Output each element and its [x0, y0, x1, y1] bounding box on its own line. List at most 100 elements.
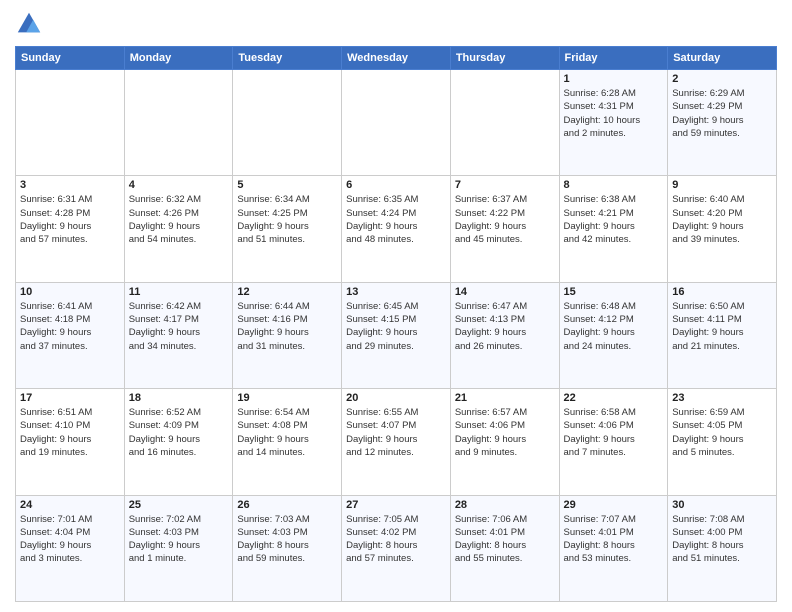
col-header-monday: Monday	[124, 47, 233, 70]
week-row-2: 10 Sunrise: 6:41 AM Sunset: 4:18 PM Dayli…	[16, 282, 777, 388]
day-info: Sunrise: 7:02 AM Sunset: 4:03 PM Dayligh…	[129, 513, 229, 566]
day-number: 14	[455, 286, 555, 298]
day-number: 18	[129, 392, 229, 404]
calendar-cell: 16 Sunrise: 6:50 AM Sunset: 4:11 PM Dayli…	[668, 282, 777, 388]
day-number: 27	[346, 499, 446, 511]
day-info: Sunrise: 7:01 AM Sunset: 4:04 PM Dayligh…	[20, 513, 120, 566]
col-header-thursday: Thursday	[450, 47, 559, 70]
day-info: Sunrise: 6:31 AM Sunset: 4:28 PM Dayligh…	[20, 193, 120, 246]
calendar-cell: 3 Sunrise: 6:31 AM Sunset: 4:28 PM Daylig…	[16, 176, 125, 282]
day-info: Sunrise: 6:35 AM Sunset: 4:24 PM Dayligh…	[346, 193, 446, 246]
calendar-cell: 24 Sunrise: 7:01 AM Sunset: 4:04 PM Dayli…	[16, 495, 125, 601]
day-number: 10	[20, 286, 120, 298]
day-info: Sunrise: 6:47 AM Sunset: 4:13 PM Dayligh…	[455, 300, 555, 353]
day-info: Sunrise: 6:41 AM Sunset: 4:18 PM Dayligh…	[20, 300, 120, 353]
calendar-cell: 21Sunrise: 6:57 AM Sunset: 4:06 PM Dayli…	[450, 389, 559, 495]
calendar-cell: 27 Sunrise: 7:05 AM Sunset: 4:02 PM Dayli…	[342, 495, 451, 601]
calendar-cell: 5Sunrise: 6:34 AM Sunset: 4:25 PM Daylig…	[233, 176, 342, 282]
calendar-cell: 30 Sunrise: 7:08 AM Sunset: 4:00 PM Dayli…	[668, 495, 777, 601]
calendar-cell: 8 Sunrise: 6:38 AM Sunset: 4:21 PM Daylig…	[559, 176, 668, 282]
day-info: Sunrise: 7:08 AM Sunset: 4:00 PM Dayligh…	[672, 513, 772, 566]
calendar-cell: 9Sunrise: 6:40 AM Sunset: 4:20 PM Daylig…	[668, 176, 777, 282]
calendar-cell: 19 Sunrise: 6:54 AM Sunset: 4:08 PM Dayli…	[233, 389, 342, 495]
day-info: Sunrise: 6:37 AM Sunset: 4:22 PM Dayligh…	[455, 193, 555, 246]
calendar-cell: 10 Sunrise: 6:41 AM Sunset: 4:18 PM Dayli…	[16, 282, 125, 388]
day-number: 11	[129, 286, 229, 298]
day-info: Sunrise: 7:07 AM Sunset: 4:01 PM Dayligh…	[564, 513, 664, 566]
day-info: Sunrise: 6:32 AM Sunset: 4:26 PM Dayligh…	[129, 193, 229, 246]
day-info: Sunrise: 6:38 AM Sunset: 4:21 PM Dayligh…	[564, 193, 664, 246]
day-info: Sunrise: 6:58 AM Sunset: 4:06 PM Dayligh…	[564, 406, 664, 459]
day-number: 21	[455, 392, 555, 404]
day-info: Sunrise: 6:34 AM Sunset: 4:25 PM Dayligh…	[237, 193, 337, 246]
day-number: 30	[672, 499, 772, 511]
header	[15, 10, 777, 38]
day-number: 29	[564, 499, 664, 511]
week-row-3: 17 Sunrise: 6:51 AM Sunset: 4:10 PM Dayli…	[16, 389, 777, 495]
day-info: Sunrise: 6:59 AM Sunset: 4:05 PM Dayligh…	[672, 406, 772, 459]
day-number: 6	[346, 179, 446, 191]
calendar-cell: 25 Sunrise: 7:02 AM Sunset: 4:03 PM Dayli…	[124, 495, 233, 601]
day-number: 3	[20, 179, 120, 191]
calendar-cell: 18 Sunrise: 6:52 AM Sunset: 4:09 PM Dayli…	[124, 389, 233, 495]
day-number: 19	[237, 392, 337, 404]
calendar-cell: 23 Sunrise: 6:59 AM Sunset: 4:05 PM Dayli…	[668, 389, 777, 495]
week-row-4: 24 Sunrise: 7:01 AM Sunset: 4:04 PM Dayli…	[16, 495, 777, 601]
calendar-cell	[233, 70, 342, 176]
day-number: 25	[129, 499, 229, 511]
day-number: 17	[20, 392, 120, 404]
day-info: Sunrise: 7:06 AM Sunset: 4:01 PM Dayligh…	[455, 513, 555, 566]
logo	[15, 10, 47, 38]
day-number: 7	[455, 179, 555, 191]
calendar-cell: 4Sunrise: 6:32 AM Sunset: 4:26 PM Daylig…	[124, 176, 233, 282]
calendar-cell: 29 Sunrise: 7:07 AM Sunset: 4:01 PM Dayli…	[559, 495, 668, 601]
day-number: 2	[672, 73, 772, 85]
day-number: 20	[346, 392, 446, 404]
day-info: Sunrise: 6:52 AM Sunset: 4:09 PM Dayligh…	[129, 406, 229, 459]
calendar-cell: 22 Sunrise: 6:58 AM Sunset: 4:06 PM Dayli…	[559, 389, 668, 495]
calendar-cell: 20 Sunrise: 6:55 AM Sunset: 4:07 PM Dayli…	[342, 389, 451, 495]
calendar-cell: 11 Sunrise: 6:42 AM Sunset: 4:17 PM Dayli…	[124, 282, 233, 388]
day-info: Sunrise: 6:55 AM Sunset: 4:07 PM Dayligh…	[346, 406, 446, 459]
day-number: 9	[672, 179, 772, 191]
day-number: 24	[20, 499, 120, 511]
col-header-wednesday: Wednesday	[342, 47, 451, 70]
calendar-cell: 17 Sunrise: 6:51 AM Sunset: 4:10 PM Dayli…	[16, 389, 125, 495]
day-info: Sunrise: 6:50 AM Sunset: 4:11 PM Dayligh…	[672, 300, 772, 353]
col-header-friday: Friday	[559, 47, 668, 70]
calendar-cell: 7 Sunrise: 6:37 AM Sunset: 4:22 PM Daylig…	[450, 176, 559, 282]
day-info: Sunrise: 6:45 AM Sunset: 4:15 PM Dayligh…	[346, 300, 446, 353]
logo-icon	[15, 10, 43, 38]
day-info: Sunrise: 6:54 AM Sunset: 4:08 PM Dayligh…	[237, 406, 337, 459]
day-info: Sunrise: 6:42 AM Sunset: 4:17 PM Dayligh…	[129, 300, 229, 353]
calendar-cell: 14 Sunrise: 6:47 AM Sunset: 4:13 PM Dayli…	[450, 282, 559, 388]
day-number: 22	[564, 392, 664, 404]
calendar-cell: 26Sunrise: 7:03 AM Sunset: 4:03 PM Dayli…	[233, 495, 342, 601]
day-info: Sunrise: 6:44 AM Sunset: 4:16 PM Dayligh…	[237, 300, 337, 353]
calendar-cell: 12 Sunrise: 6:44 AM Sunset: 4:16 PM Dayli…	[233, 282, 342, 388]
day-info: Sunrise: 6:29 AM Sunset: 4:29 PM Dayligh…	[672, 87, 772, 140]
col-header-tuesday: Tuesday	[233, 47, 342, 70]
col-header-saturday: Saturday	[668, 47, 777, 70]
calendar-cell: 28 Sunrise: 7:06 AM Sunset: 4:01 PM Dayli…	[450, 495, 559, 601]
day-number: 8	[564, 179, 664, 191]
calendar-cell: 13 Sunrise: 6:45 AM Sunset: 4:15 PM Dayli…	[342, 282, 451, 388]
day-info: Sunrise: 6:51 AM Sunset: 4:10 PM Dayligh…	[20, 406, 120, 459]
day-number: 12	[237, 286, 337, 298]
page: SundayMondayTuesdayWednesdayThursdayFrid…	[0, 0, 792, 612]
day-number: 1	[564, 73, 664, 85]
day-info: Sunrise: 7:05 AM Sunset: 4:02 PM Dayligh…	[346, 513, 446, 566]
col-header-sunday: Sunday	[16, 47, 125, 70]
day-number: 26	[237, 499, 337, 511]
day-number: 13	[346, 286, 446, 298]
week-row-0: 1 Sunrise: 6:28 AM Sunset: 4:31 PM Daylig…	[16, 70, 777, 176]
calendar-cell: 15Sunrise: 6:48 AM Sunset: 4:12 PM Dayli…	[559, 282, 668, 388]
day-number: 23	[672, 392, 772, 404]
calendar-cell	[450, 70, 559, 176]
day-info: Sunrise: 6:48 AM Sunset: 4:12 PM Dayligh…	[564, 300, 664, 353]
day-info: Sunrise: 6:28 AM Sunset: 4:31 PM Dayligh…	[564, 87, 664, 140]
calendar-cell	[16, 70, 125, 176]
calendar-cell: 1 Sunrise: 6:28 AM Sunset: 4:31 PM Daylig…	[559, 70, 668, 176]
day-number: 16	[672, 286, 772, 298]
day-number: 28	[455, 499, 555, 511]
